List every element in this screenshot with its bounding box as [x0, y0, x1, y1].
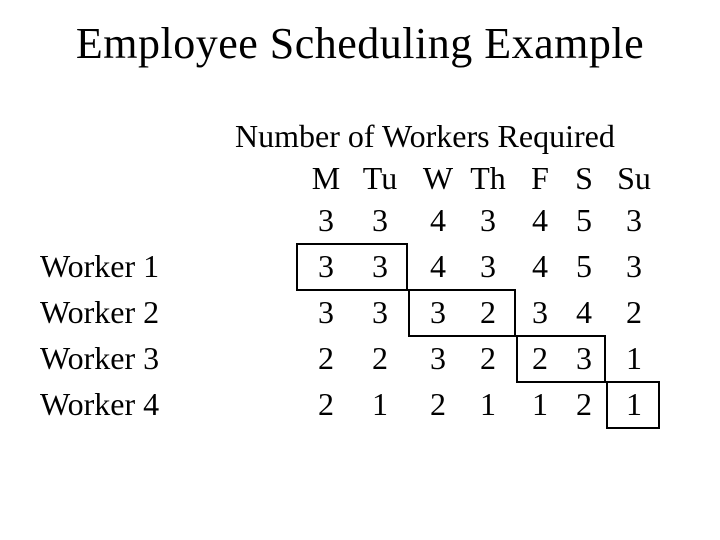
table-cell: 3: [308, 294, 344, 331]
table-cell: 3: [612, 248, 656, 285]
table-cell: 5: [566, 202, 602, 239]
day-header: S: [566, 160, 602, 197]
day-header: Tu: [358, 160, 402, 197]
table-cell: 2: [566, 386, 602, 423]
row-label: Worker 1: [40, 248, 159, 285]
day-header: M: [308, 160, 344, 197]
row-label: Worker 3: [40, 340, 159, 377]
table-cell: 2: [358, 340, 402, 377]
table-cell: 3: [612, 202, 656, 239]
table-cell: 4: [416, 202, 460, 239]
day-header: F: [522, 160, 558, 197]
table-cell: 1: [522, 386, 558, 423]
table-cell: 4: [522, 248, 558, 285]
day-header: Th: [466, 160, 510, 197]
table-cell: 3: [466, 248, 510, 285]
day-header: W: [416, 160, 460, 197]
table-cell: 2: [466, 340, 510, 377]
row-label: Worker 4: [40, 386, 159, 423]
table-cell: 1: [612, 340, 656, 377]
table-cell: 3: [416, 340, 460, 377]
table-cell: 3: [522, 294, 558, 331]
table-cell: 3: [466, 202, 510, 239]
table-cell: 1: [466, 386, 510, 423]
table-cell: 2: [416, 386, 460, 423]
table-subtitle: Number of Workers Required: [235, 118, 615, 155]
page-title: Employee Scheduling Example: [0, 0, 720, 69]
table-cell: 4: [416, 248, 460, 285]
table-cell: 4: [522, 202, 558, 239]
table-cell: 3: [308, 202, 344, 239]
highlight-box: [516, 335, 606, 383]
table-cell: 4: [566, 294, 602, 331]
table-cell: 2: [308, 340, 344, 377]
table-cell: 3: [358, 202, 402, 239]
table-cell: 2: [308, 386, 344, 423]
highlight-box: [408, 289, 516, 337]
table-cell: 2: [612, 294, 656, 331]
highlight-box: [606, 381, 660, 429]
table-cell: 5: [566, 248, 602, 285]
day-header: Su: [612, 160, 656, 197]
highlight-box: [296, 243, 408, 291]
row-label: Worker 2: [40, 294, 159, 331]
table-cell: 3: [358, 294, 402, 331]
table-cell: 1: [358, 386, 402, 423]
